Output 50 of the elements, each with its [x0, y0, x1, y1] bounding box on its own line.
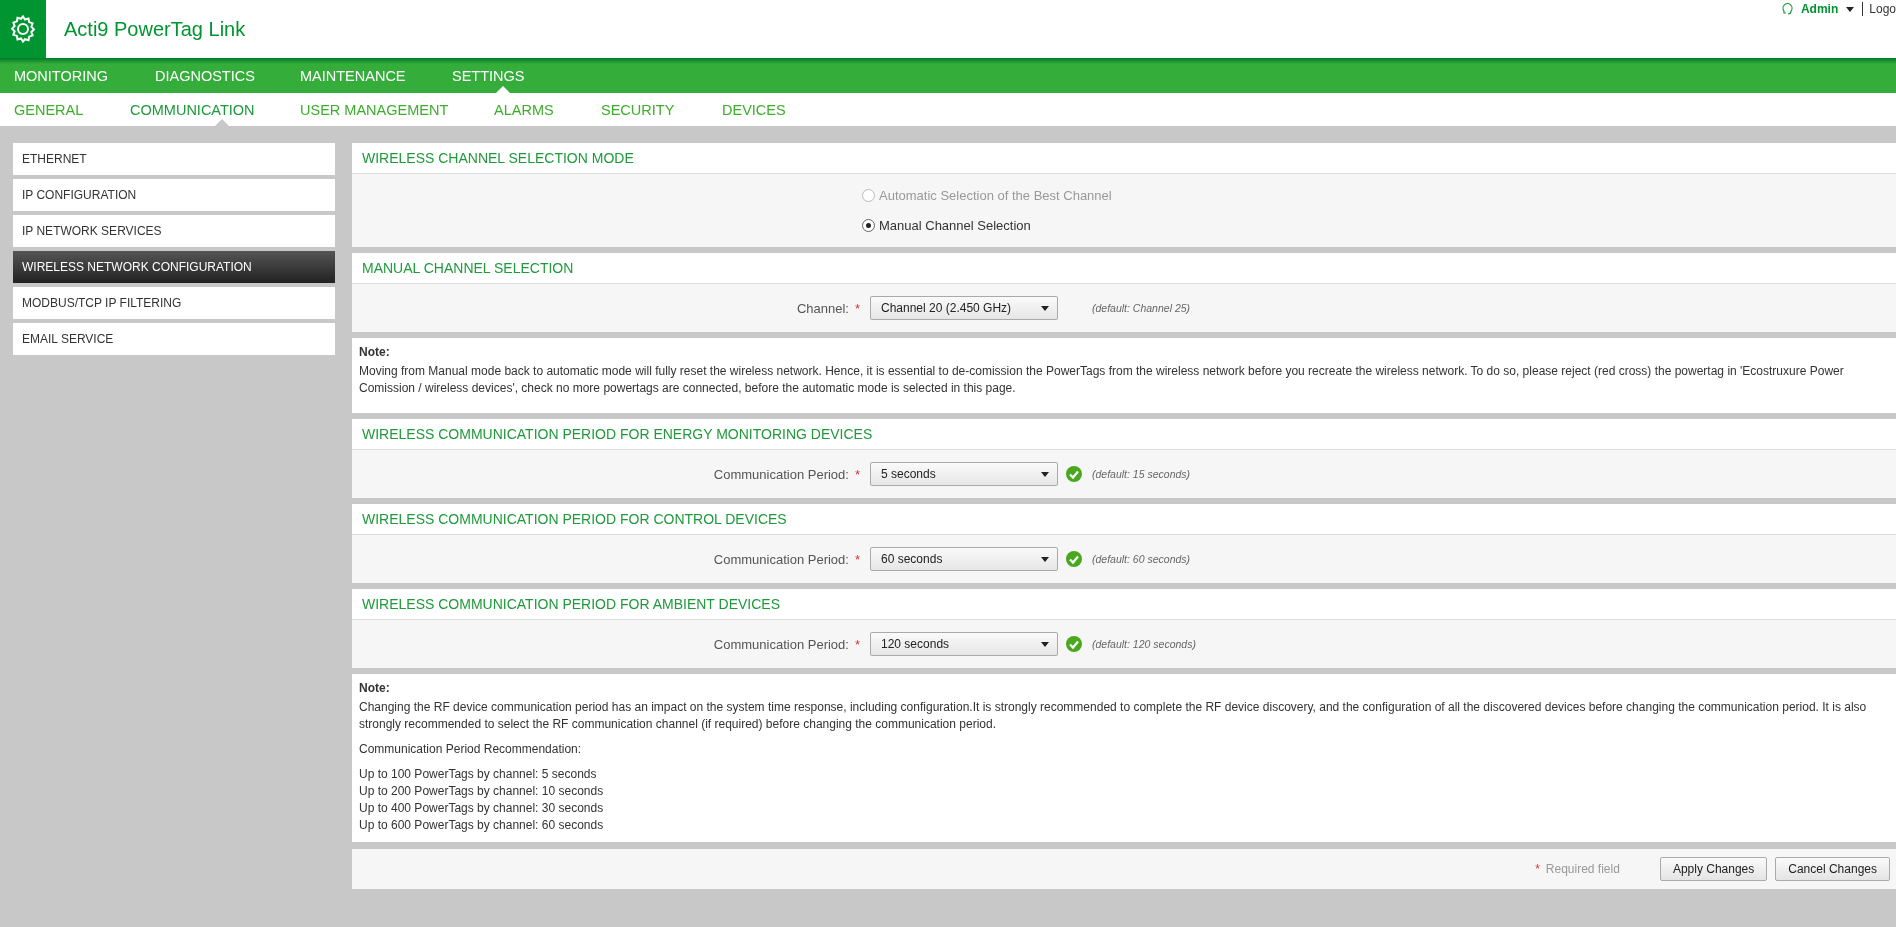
radio-option[interactable]: Manual Channel Selection — [862, 218, 1896, 233]
sidebar-item[interactable]: EMAIL SERVICE — [13, 323, 335, 355]
note-line: Up to 200 PowerTags by channel: 10 seconds — [359, 783, 605, 800]
logout-link[interactable]: Logo — [1862, 2, 1896, 16]
radio-button[interactable] — [862, 219, 875, 232]
sidebar-item[interactable]: IP NETWORK SERVICES — [13, 215, 335, 247]
field-label: Communication Period: * — [712, 636, 861, 652]
note-text: Changing the RF device communication period has an impact on the system time response, including configuration.It is strongly recommended to complete the RF device discovery, and the configuration of all the discovered devices before changing the communication period. It is also strongly recommended to select the RF communication channel (if required) before changing the communication period. — [359, 699, 1868, 733]
dropdown[interactable]: 120 seconds — [870, 632, 1058, 656]
sidebar-item[interactable]: IP CONFIGURATION — [13, 179, 335, 211]
check-icon — [1066, 551, 1082, 567]
dropdown[interactable]: Channel 20 (2.450 GHz) — [870, 296, 1058, 320]
note-heading: Note: — [359, 680, 391, 697]
note-text: Communication Period Recommendation: — [359, 741, 583, 758]
app-title: Acti9 PowerTag Link — [63, 16, 246, 42]
user-menu[interactable]: Admin — [1800, 2, 1839, 16]
field-label: Communication Period: * — [712, 551, 861, 567]
note-line: Up to 100 PowerTags by channel: 5 seconds — [359, 766, 598, 783]
note-text: Moving from Manual mode back to automatic mode will fully reset the wireless network. Hence, it is essential to de-comission the PowerTags from the wireless network before you recreate the wireless network. To do so, please reject (red cross) the powertag in 'Ecostruxure Power Comission / wireless devices', check no more powertags are connected, before the automatic mode is selected in this page. — [359, 363, 1845, 397]
caret-icon — [1041, 305, 1049, 311]
section-title: WIRELESS CHANNEL SELECTION MODE — [352, 143, 1896, 174]
check-icon — [1066, 466, 1082, 482]
field-label: Channel: * — [795, 300, 861, 316]
sidebar-item[interactable]: MODBUS/TCP IP FILTERING — [13, 287, 335, 319]
default-hint: (default: Channel 25) — [1092, 302, 1192, 314]
sidebar-item[interactable]: ETHERNET — [13, 143, 335, 175]
default-hint: (default: 60 seconds) — [1092, 553, 1192, 565]
required-note: * Required field — [1534, 862, 1620, 876]
caret-icon — [1041, 471, 1049, 477]
sub-nav-tab[interactable]: COMMUNICATION — [130, 93, 300, 126]
section-title: WIRELESS COMMUNICATION PERIOD FOR CONTROL DEVICES — [352, 504, 1896, 535]
section-title: WIRELESS COMMUNICATION PERIOD FOR AMBIENT DEVICES — [352, 589, 1896, 620]
sidebar-item[interactable]: WIRELESS NETWORK CONFIGURATION — [13, 251, 335, 283]
field-label: Communication Period: * — [712, 466, 861, 482]
check-icon — [1066, 636, 1082, 652]
caret-icon — [1041, 641, 1049, 647]
default-hint: (default: 120 seconds) — [1092, 638, 1197, 650]
dropdown[interactable]: 60 seconds — [870, 547, 1058, 571]
headset-icon — [1781, 2, 1793, 16]
dropdown[interactable]: 5 seconds — [870, 462, 1058, 486]
note-line: Up to 400 PowerTags by channel: 30 seconds — [359, 800, 605, 817]
note-heading: Note: — [359, 344, 391, 361]
section-title: MANUAL CHANNEL SELECTION — [352, 253, 1896, 284]
default-hint: (default: 15 seconds) — [1092, 468, 1192, 480]
note-line: Up to 600 PowerTags by channel: 60 seconds — [359, 817, 605, 834]
section-title: WIRELESS COMMUNICATION PERIOD FOR ENERGY MONITORING DEVICES — [352, 419, 1896, 450]
action-button[interactable]: Apply Changes — [1659, 857, 1768, 881]
caret-icon — [1041, 556, 1049, 562]
caret-icon — [1846, 6, 1855, 12]
action-button[interactable]: Cancel Changes — [1775, 857, 1890, 881]
